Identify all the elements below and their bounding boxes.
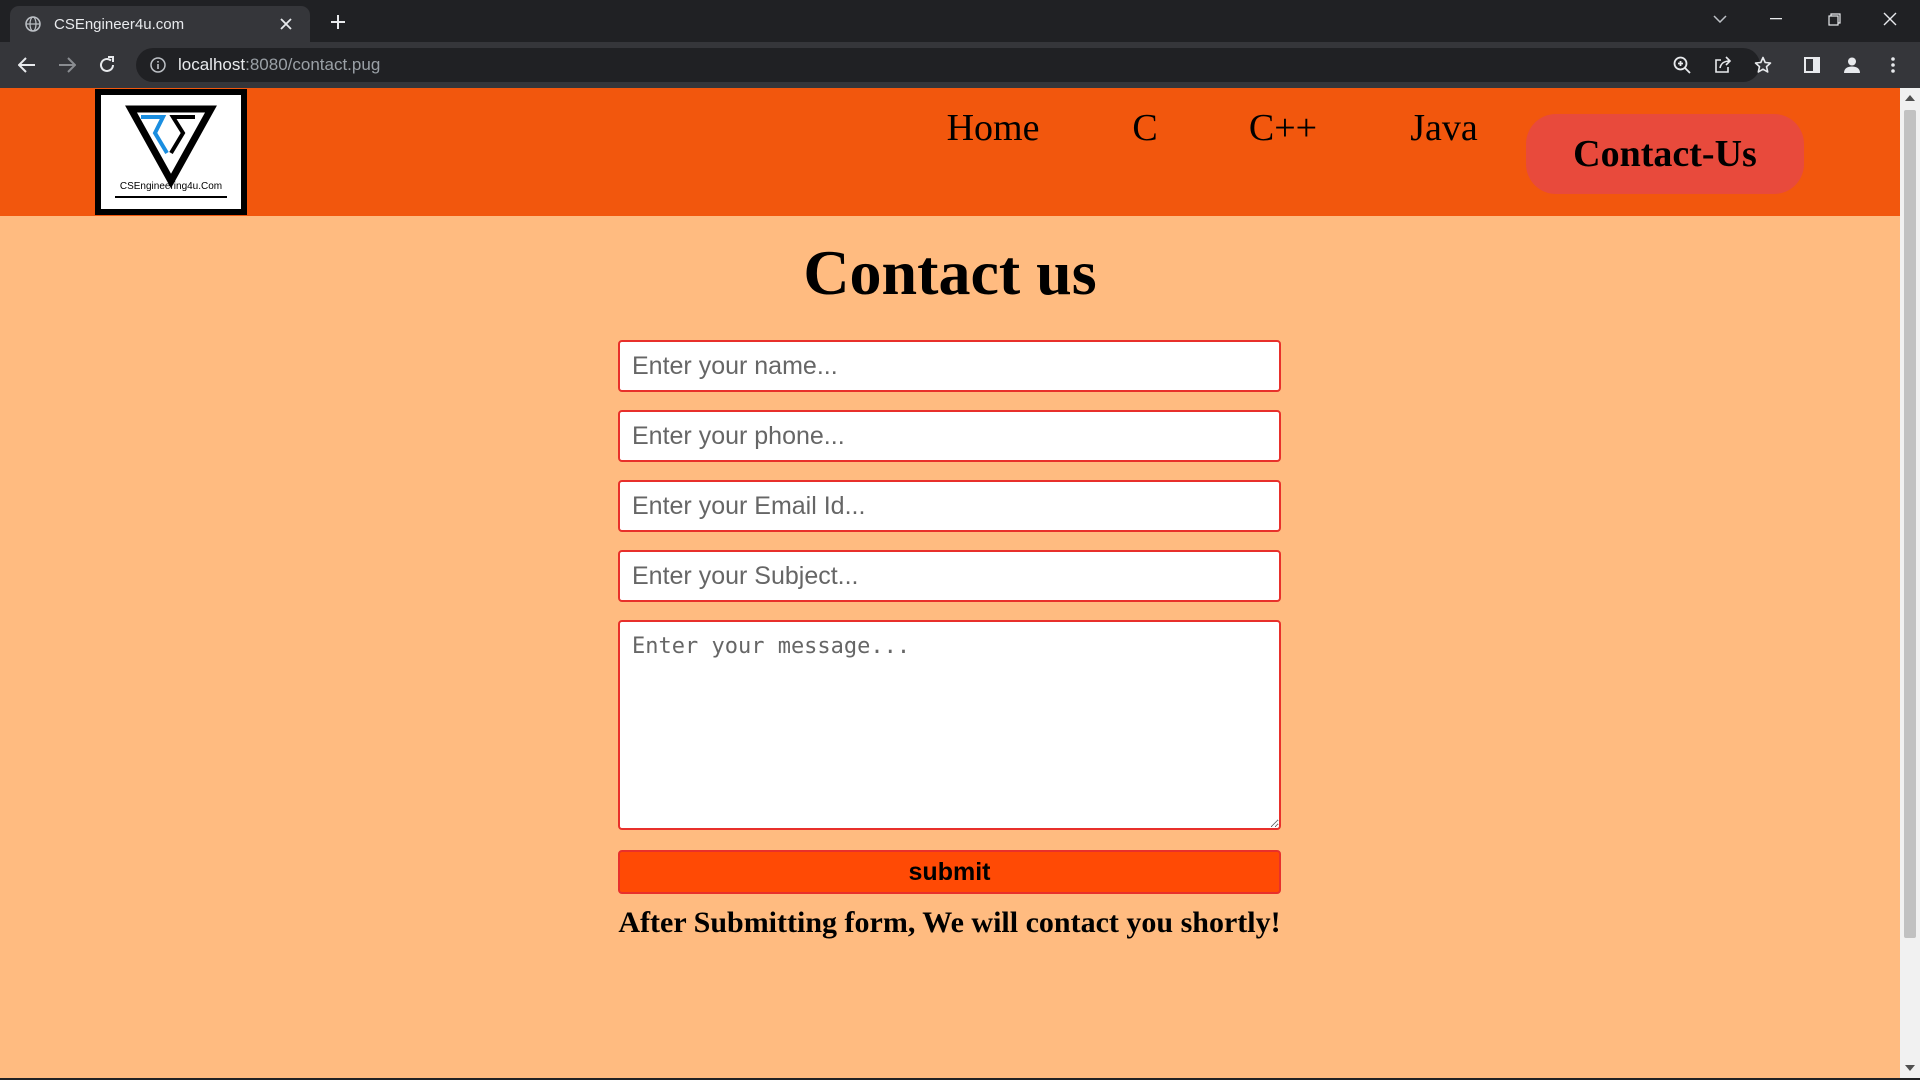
reload-icon[interactable] [93, 51, 121, 79]
url-host: localhost [178, 55, 246, 74]
submit-button[interactable]: submit [618, 850, 1281, 894]
email-input[interactable] [618, 480, 1281, 532]
name-input[interactable] [618, 340, 1281, 392]
plus-icon[interactable] [326, 10, 350, 34]
window-close-icon[interactable] [1862, 0, 1918, 38]
nav-contact-link[interactable]: Contact-Us [1526, 114, 1804, 194]
globe-icon [24, 15, 42, 33]
star-icon[interactable] [1749, 51, 1777, 79]
arrow-left-icon[interactable] [13, 51, 41, 79]
tab-title: CSEngineer4u.com [54, 15, 185, 33]
after-submit-note: After Submitting form, We will contact y… [618, 906, 1281, 939]
scroll-down-icon[interactable] [1905, 1063, 1915, 1073]
url-path: :8080/contact.pug [245, 55, 381, 74]
phone-input[interactable] [618, 410, 1281, 462]
nav-java-link[interactable]: Java [1392, 88, 1496, 168]
kebab-menu-icon[interactable] [1879, 51, 1907, 79]
chevron-down-icon[interactable] [1692, 0, 1748, 38]
close-icon[interactable] [276, 14, 296, 34]
scroll-up-icon[interactable] [1905, 93, 1915, 103]
nav-cpp-link[interactable]: C++ [1238, 88, 1328, 168]
side-panel-icon[interactable] [1798, 51, 1826, 79]
site-logo[interactable]: CSEngineering4u.Com [95, 89, 247, 215]
logo-emblem: CSEngineering4u.Com [99, 93, 243, 211]
address-bar[interactable]: localhost:8080/contact.pug [136, 48, 1760, 82]
page-title: Contact us [803, 237, 1097, 308]
zoom-icon[interactable] [1668, 51, 1696, 79]
nav-home-link[interactable]: Home [930, 88, 1056, 168]
restore-icon[interactable] [1806, 0, 1862, 38]
minimize-icon[interactable] [1748, 0, 1804, 38]
browser-toolbar: localhost:8080/contact.pug [0, 42, 1920, 88]
arrow-right-icon[interactable] [53, 51, 81, 79]
subject-input[interactable] [618, 550, 1281, 602]
scrollbar-thumb[interactable] [1904, 110, 1916, 938]
browser-tab[interactable]: CSEngineer4u.com [10, 6, 310, 42]
browser-tab-strip: CSEngineer4u.com [0, 0, 1920, 42]
logo-text: CSEngineering4u.Com [119, 181, 223, 192]
profile-icon[interactable] [1838, 51, 1866, 79]
nav-c-link[interactable]: C [1110, 88, 1180, 168]
share-icon[interactable] [1709, 51, 1737, 79]
page-scrollbar[interactable] [1900, 88, 1920, 1078]
info-icon[interactable] [150, 57, 166, 73]
site-header: CSEngineering4u.Com Home C C++ Java Cont… [0, 88, 1900, 216]
page-viewport: CSEngineering4u.Com Home C C++ Java Cont… [0, 88, 1900, 1078]
message-textarea[interactable] [618, 620, 1281, 830]
